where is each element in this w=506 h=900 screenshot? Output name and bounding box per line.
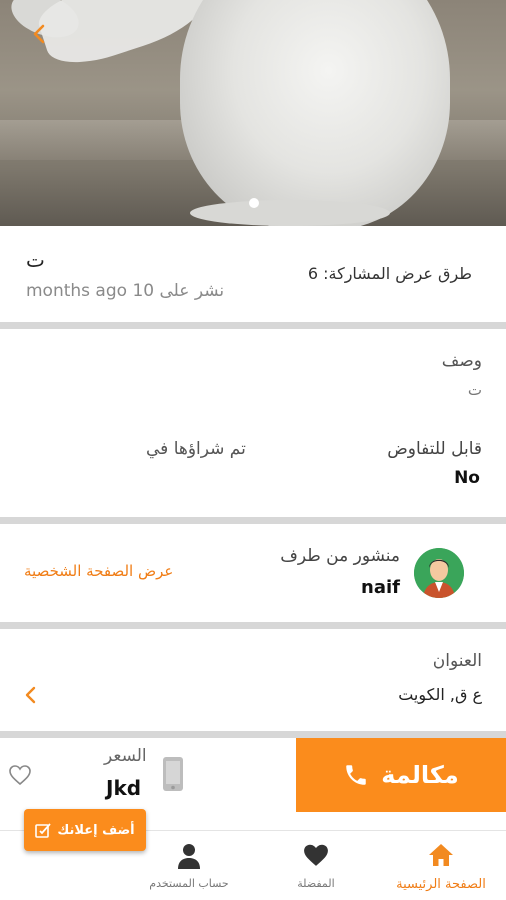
heart-icon xyxy=(304,844,328,866)
heart-outline-icon[interactable] xyxy=(8,764,32,786)
nav-home-label: الصفحة الرئيسية xyxy=(396,877,486,892)
avatar[interactable] xyxy=(414,548,464,598)
nav-account-label: حساب المستخدم xyxy=(149,877,229,890)
listing-title: ت xyxy=(26,248,45,272)
back-arrow-icon[interactable] xyxy=(28,22,52,46)
add-ad-label: أضف إعلانك xyxy=(57,822,135,838)
seller-card: منشور من طرف naif عرض الصفحة الشخصية xyxy=(0,524,506,622)
photo-object-base xyxy=(190,200,390,226)
nav-favorites[interactable]: المفضلة xyxy=(251,831,381,900)
divider xyxy=(0,322,506,329)
nav-favorites-label: المفضلة xyxy=(297,877,335,890)
posted-by-label: منشور من طرف xyxy=(280,546,400,566)
listing-details: وصف ت قابل للتفاوض No تم شراؤها في xyxy=(0,329,506,517)
share-views: طرق عرض المشاركة: 6 xyxy=(307,264,472,283)
carousel-indicator[interactable] xyxy=(249,198,259,208)
description-label: وصف xyxy=(441,351,482,371)
action-bar: السعر Jkd مكالمة xyxy=(0,738,506,812)
address-section[interactable]: العنوان ع ق, الكويت xyxy=(0,629,506,731)
posted-date: نشر على 10 months ago xyxy=(26,281,225,301)
call-button[interactable]: مكالمة xyxy=(296,738,506,812)
chevron-left-icon[interactable] xyxy=(22,685,40,705)
divider xyxy=(0,517,506,524)
listing-header: ت نشر على 10 months ago طرق عرض المشاركة… xyxy=(0,226,506,322)
divider xyxy=(0,731,506,738)
call-button-label: مكالمة xyxy=(381,761,459,789)
user-avatar-icon xyxy=(414,548,464,598)
phone-icon xyxy=(346,765,366,785)
seller-name: naif xyxy=(361,577,400,598)
address-label: العنوان xyxy=(432,651,482,671)
user-icon xyxy=(178,844,200,869)
negotiable-value: No xyxy=(454,468,480,488)
nav-home[interactable]: الصفحة الرئيسية xyxy=(376,831,506,900)
bought-in-label: تم شراؤها في xyxy=(146,439,246,459)
address-value: ع ق, الكويت xyxy=(398,685,482,704)
mobile-icon xyxy=(163,757,183,791)
negotiable-label: قابل للتفاوض xyxy=(387,439,482,459)
add-ad-button[interactable]: أضف إعلانك xyxy=(24,809,146,851)
photo-object xyxy=(180,0,450,226)
price-value: Jkd xyxy=(106,776,142,800)
price-label: السعر xyxy=(104,746,147,766)
home-icon xyxy=(429,844,453,866)
description-value: ت xyxy=(467,381,482,399)
view-profile-link[interactable]: عرض الصفحة الشخصية xyxy=(24,562,173,580)
listing-photo[interactable] xyxy=(0,0,506,226)
add-ad-icon xyxy=(35,823,52,838)
divider xyxy=(0,622,506,629)
